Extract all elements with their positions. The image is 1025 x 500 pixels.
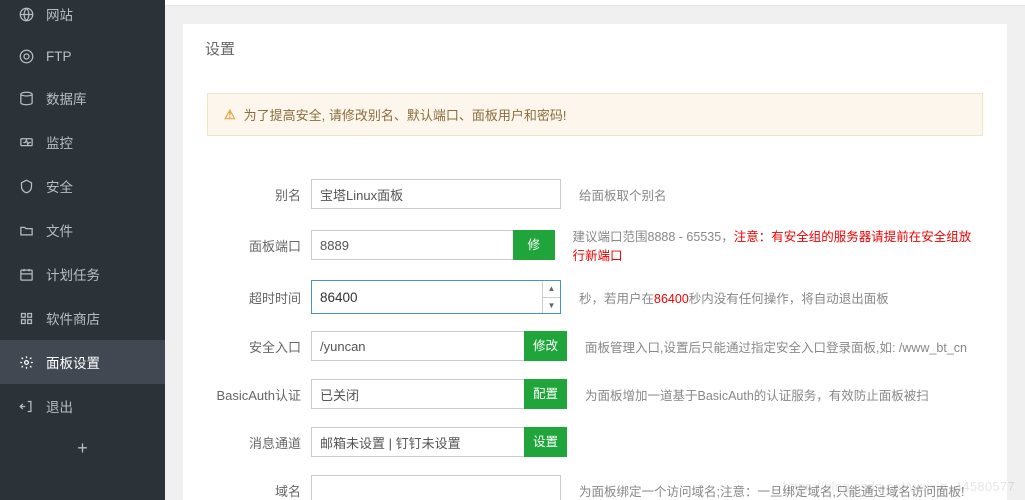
sidebar-item-website[interactable]: 网站 (0, 0, 165, 36)
apps-icon (18, 310, 34, 326)
row-basicauth: BasicAuth认证 配置 为面板增加一道基于BasicAuth的认证服务，有… (207, 378, 983, 410)
basicauth-input[interactable] (311, 379, 525, 409)
settings-panel: 设置 ⚠ 为了提高安全, 请修改别名、默认端口、面板用户和密码! 别名 给面板取… (183, 24, 1007, 500)
row-port: 面板端口 修改 建议端口范围8888 - 65535，注意：有安全组的服务器请提… (207, 226, 983, 264)
sidebar-item-label: 退出 (46, 396, 73, 416)
row-entrance: 安全入口 修改 面板管理入口,设置后只能通过指定安全入口登录面板,如: /www… (207, 330, 983, 362)
sidebar-item-panel-settings[interactable]: 面板设置 (0, 340, 165, 384)
hint-timeout: 秒，若用户在86400秒内没有任何操作，将自动退出面板 (579, 288, 889, 307)
spinner-up-icon[interactable]: ▲ (543, 281, 560, 298)
folder-icon (18, 222, 34, 238)
notify-config-button[interactable]: 设置 (524, 427, 567, 457)
label-entrance: 安全入口 (207, 337, 311, 356)
row-notify: 消息通道 设置 (207, 426, 983, 458)
sidebar-item-schedule[interactable]: 计划任务 (0, 252, 165, 296)
security-alert: ⚠ 为了提高安全, 请修改别名、默认端口、面板用户和密码! (207, 93, 983, 136)
sidebar-item-label: 监控 (46, 132, 73, 152)
entrance-modify-button[interactable]: 修改 (524, 331, 567, 361)
sidebar-item-label: FTP (46, 49, 72, 64)
sidebar-item-security[interactable]: 安全 (0, 164, 165, 208)
page-title: 设置 (183, 24, 1007, 73)
hint-entrance: 面板管理入口,设置后只能通过指定安全入口登录面板,如: /www_bt_cn (585, 337, 967, 356)
monitor-icon (18, 134, 34, 150)
basicauth-config-button[interactable]: 配置 (524, 379, 567, 409)
port-input[interactable] (311, 230, 514, 260)
sidebar-item-software[interactable]: 软件商店 (0, 296, 165, 340)
sidebar-item-label: 面板设置 (46, 352, 100, 372)
row-alias: 别名 给面板取个别名 (207, 178, 983, 210)
sidebar-item-ftp[interactable]: FTP (0, 36, 165, 76)
database-icon (18, 90, 34, 106)
sidebar-item-files[interactable]: 文件 (0, 208, 165, 252)
alias-input[interactable] (311, 179, 561, 209)
alert-text: 为了提高安全, 请修改别名、默认端口、面板用户和密码! (244, 105, 567, 124)
hint-basicauth: 为面板增加一道基于BasicAuth的认证服务，有效防止面板被扫 (585, 385, 929, 404)
label-notify: 消息通道 (207, 433, 311, 452)
sidebar-item-monitor[interactable]: 监控 (0, 120, 165, 164)
sidebar: 网站 FTP 数据库 监控 安全 (0, 0, 165, 500)
sidebar-add-button[interactable]: + (0, 428, 165, 469)
top-toggle-strip (165, 0, 1025, 6)
entrance-input[interactable] (311, 331, 525, 361)
timeout-input[interactable] (311, 280, 561, 314)
label-port: 面板端口 (207, 236, 311, 255)
row-timeout: 超时时间 ▲ ▼ 秒，若用户在86400秒内没有任何操作，将自动退出面板 (207, 280, 983, 314)
row-domain: 域名 为面板绑定一个访问域名;注意：一旦绑定域名,只能通过域名访问面板! (207, 474, 983, 500)
port-modify-button[interactable]: 修改 (513, 230, 555, 260)
hint-alias: 给面板取个别名 (579, 185, 667, 204)
label-timeout: 超时时间 (207, 288, 311, 307)
shield-icon (18, 178, 34, 194)
label-basicauth: BasicAuth认证 (207, 385, 311, 404)
sidebar-item-label: 安全 (46, 176, 73, 196)
sidebar-item-database[interactable]: 数据库 (0, 76, 165, 120)
sidebar-item-label: 文件 (46, 220, 73, 240)
hint-domain: 为面板绑定一个访问域名;注意：一旦绑定域名,只能通过域名访问面板! (579, 481, 964, 500)
gear-icon (18, 354, 34, 370)
number-spinner[interactable]: ▲ ▼ (542, 281, 560, 313)
warning-icon: ⚠ (224, 107, 236, 123)
label-alias: 别名 (207, 185, 311, 204)
sidebar-item-label: 数据库 (46, 88, 87, 108)
label-domain: 域名 (207, 481, 311, 500)
spinner-down-icon[interactable]: ▼ (543, 298, 560, 314)
sidebar-item-label: 计划任务 (46, 264, 100, 284)
logout-icon (18, 398, 34, 414)
main-content: 设置 ⚠ 为了提高安全, 请修改别名、默认端口、面板用户和密码! 别名 给面板取… (165, 0, 1025, 500)
notify-input[interactable] (311, 427, 525, 457)
sidebar-item-label: 软件商店 (46, 308, 100, 328)
hint-port: 建议端口范围8888 - 65535，注意：有安全组的服务器请提前在安全组放行新… (573, 226, 983, 264)
ftp-icon (18, 48, 34, 64)
globe-icon (18, 6, 34, 22)
schedule-icon (18, 266, 34, 282)
sidebar-item-label: 网站 (46, 4, 73, 24)
plus-icon: + (77, 438, 88, 458)
domain-input[interactable] (311, 475, 561, 500)
sidebar-item-logout[interactable]: 退出 (0, 384, 165, 428)
